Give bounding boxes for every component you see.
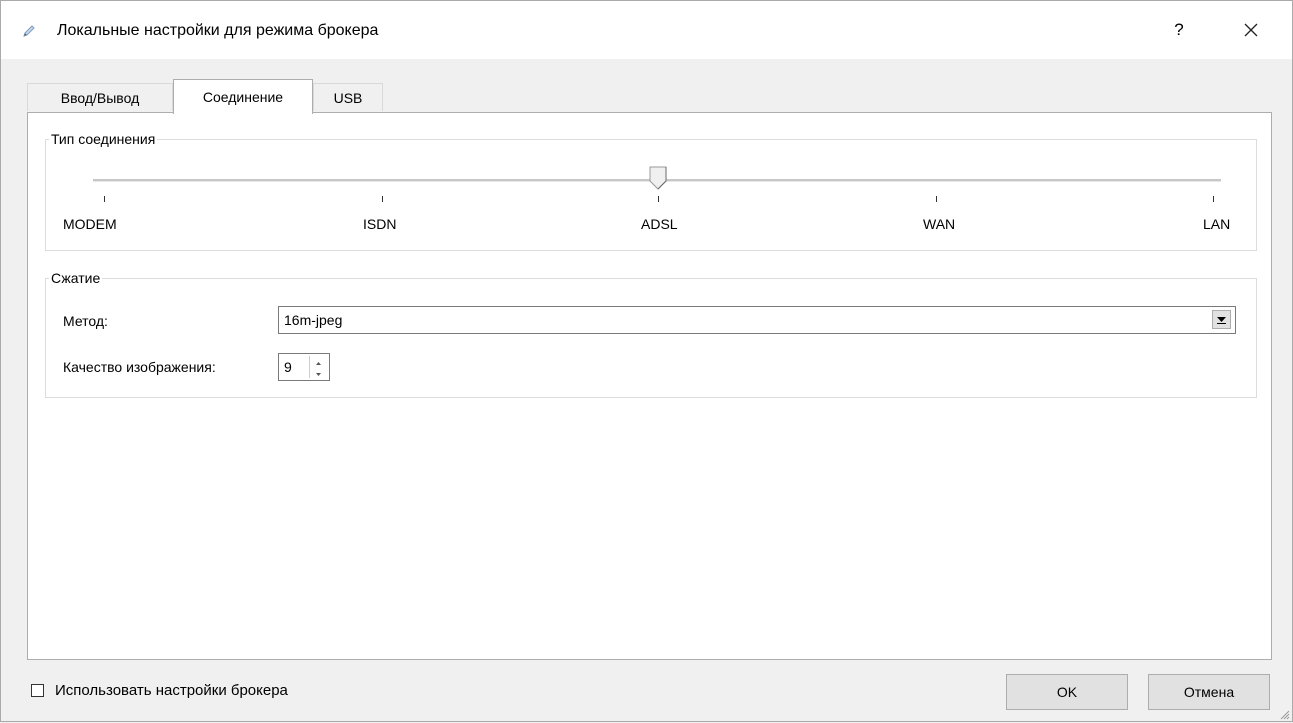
option-label-modem: MODEM <box>63 216 117 232</box>
ok-button[interactable]: OK <box>1006 674 1128 710</box>
help-button[interactable]: ? <box>1161 15 1197 45</box>
close-icon <box>1244 23 1258 37</box>
option-label-lan: LAN <box>1203 216 1231 232</box>
tab-connection[interactable]: Соединение <box>173 79 313 114</box>
quality-value: 9 <box>284 359 292 375</box>
connection-type-title: Тип соединения <box>49 130 158 148</box>
option-label-adsl: ADSL <box>641 216 678 232</box>
slider-tick <box>382 196 383 202</box>
slider-thumb[interactable] <box>649 166 667 190</box>
quality-spinbox[interactable]: 9 <box>278 353 330 381</box>
compression-title: Сжатие <box>49 269 103 287</box>
option-label-isdn: ISDN <box>363 216 397 232</box>
quality-label: Качество изображения: <box>63 359 216 375</box>
window-title: Локальные настройки для режима брокера <box>57 22 379 39</box>
tab-io[interactable]: Ввод/Вывод <box>27 83 173 111</box>
method-value: 16m-jpeg <box>284 312 343 328</box>
title-bar: Локальные настройки для режима брокера ? <box>1 1 1292 59</box>
method-label: Метод: <box>63 313 108 329</box>
compression-group: Сжатие <box>45 269 1257 398</box>
option-label-wan: WAN <box>923 216 956 232</box>
arrow-down-icon[interactable] <box>309 367 327 378</box>
arrow-up-icon[interactable] <box>309 356 327 367</box>
slider-tick <box>104 196 105 202</box>
slider-tick <box>936 196 937 202</box>
use-broker-settings-label: Использовать настройки брокера <box>55 682 288 699</box>
slider-tick <box>658 196 659 202</box>
method-select[interactable]: 16m-jpeg <box>278 306 1236 334</box>
resize-grip-icon[interactable] <box>1278 707 1290 720</box>
tab-usb[interactable]: USB <box>313 83 383 111</box>
chevron-down-icon[interactable] <box>1212 310 1231 329</box>
slider-tick <box>1213 196 1214 202</box>
use-broker-settings-checkbox[interactable] <box>31 684 44 697</box>
pencil-icon <box>21 23 37 39</box>
dialog-window: Локальные настройки для режима брокера ?… <box>0 0 1293 722</box>
cancel-button[interactable]: Отмена <box>1148 674 1270 710</box>
connection-type-group: Тип соединения <box>45 130 1257 251</box>
close-button[interactable] <box>1231 15 1271 45</box>
